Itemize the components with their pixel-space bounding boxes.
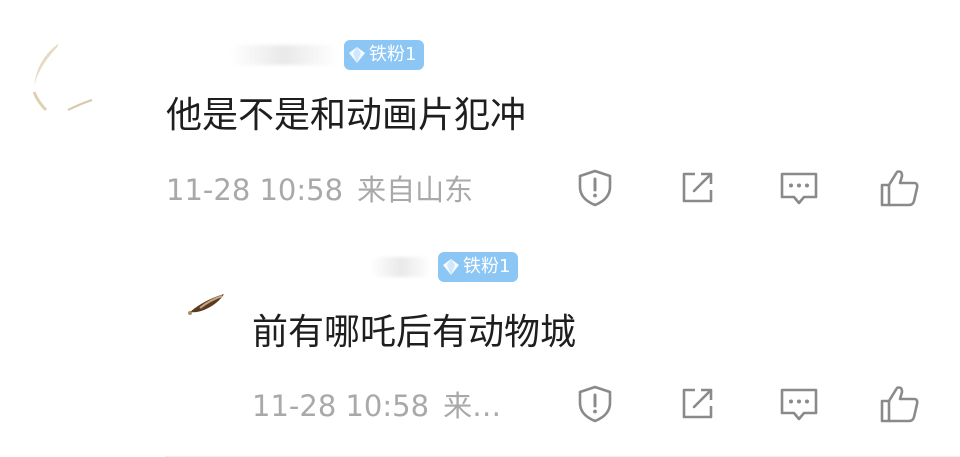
diamond-icon	[443, 259, 459, 275]
user-info-row: 铁粉1	[370, 252, 519, 282]
avatar-image	[188, 294, 224, 315]
comment-text: 他是不是和动画片犯冲	[166, 95, 527, 136]
comment-icon	[780, 388, 818, 421]
diamond-icon	[349, 47, 365, 63]
badge-label: 铁粉1	[369, 44, 417, 65]
comment-actions	[573, 166, 922, 210]
comment-time: 11-28 10:58	[252, 389, 430, 423]
report-button[interactable]	[573, 382, 617, 426]
badge-label: 铁粉1	[463, 256, 511, 277]
fan-badge[interactable]: 铁粉1	[344, 40, 425, 70]
username-blurred[interactable]	[370, 257, 432, 277]
share-button[interactable]	[675, 382, 719, 426]
avatar[interactable]	[178, 280, 238, 340]
like-button[interactable]	[878, 166, 922, 210]
comment-item: 铁粉1 他是不是和动画片犯冲 11-28 10:58 来自山东	[0, 0, 960, 230]
comment-icon	[780, 172, 818, 205]
comment-location: 来…	[443, 389, 502, 423]
user-info-row: 铁粉1	[230, 40, 425, 70]
comment-time: 11-28 10:58	[166, 173, 344, 207]
thumbs-up-icon	[880, 170, 919, 207]
username-blurred[interactable]	[230, 45, 338, 65]
reply-button[interactable]	[777, 382, 821, 426]
avatar-image	[32, 44, 93, 112]
comment-text: 前有哪吒后有动物城	[252, 312, 577, 353]
comment-actions	[573, 382, 922, 426]
thumbs-up-icon	[880, 386, 919, 423]
comment-meta: 11-28 10:58 来自山东	[166, 172, 473, 208]
shield-alert-icon	[578, 385, 612, 423]
share-icon	[682, 172, 713, 203]
comment-meta: 11-28 10:58 来…	[252, 388, 501, 424]
share-icon	[682, 388, 713, 419]
report-button[interactable]	[573, 166, 617, 210]
like-button[interactable]	[878, 382, 922, 426]
comment-location: 来自山东	[357, 173, 474, 207]
reply-button[interactable]	[777, 166, 821, 210]
fan-badge[interactable]: 铁粉1	[438, 252, 519, 282]
share-button[interactable]	[675, 166, 719, 210]
avatar[interactable]	[28, 40, 108, 120]
shield-alert-icon	[578, 169, 612, 207]
comment-item: 铁粉1 前有哪吒后有动物城 11-28 10:58 来…	[0, 230, 960, 457]
